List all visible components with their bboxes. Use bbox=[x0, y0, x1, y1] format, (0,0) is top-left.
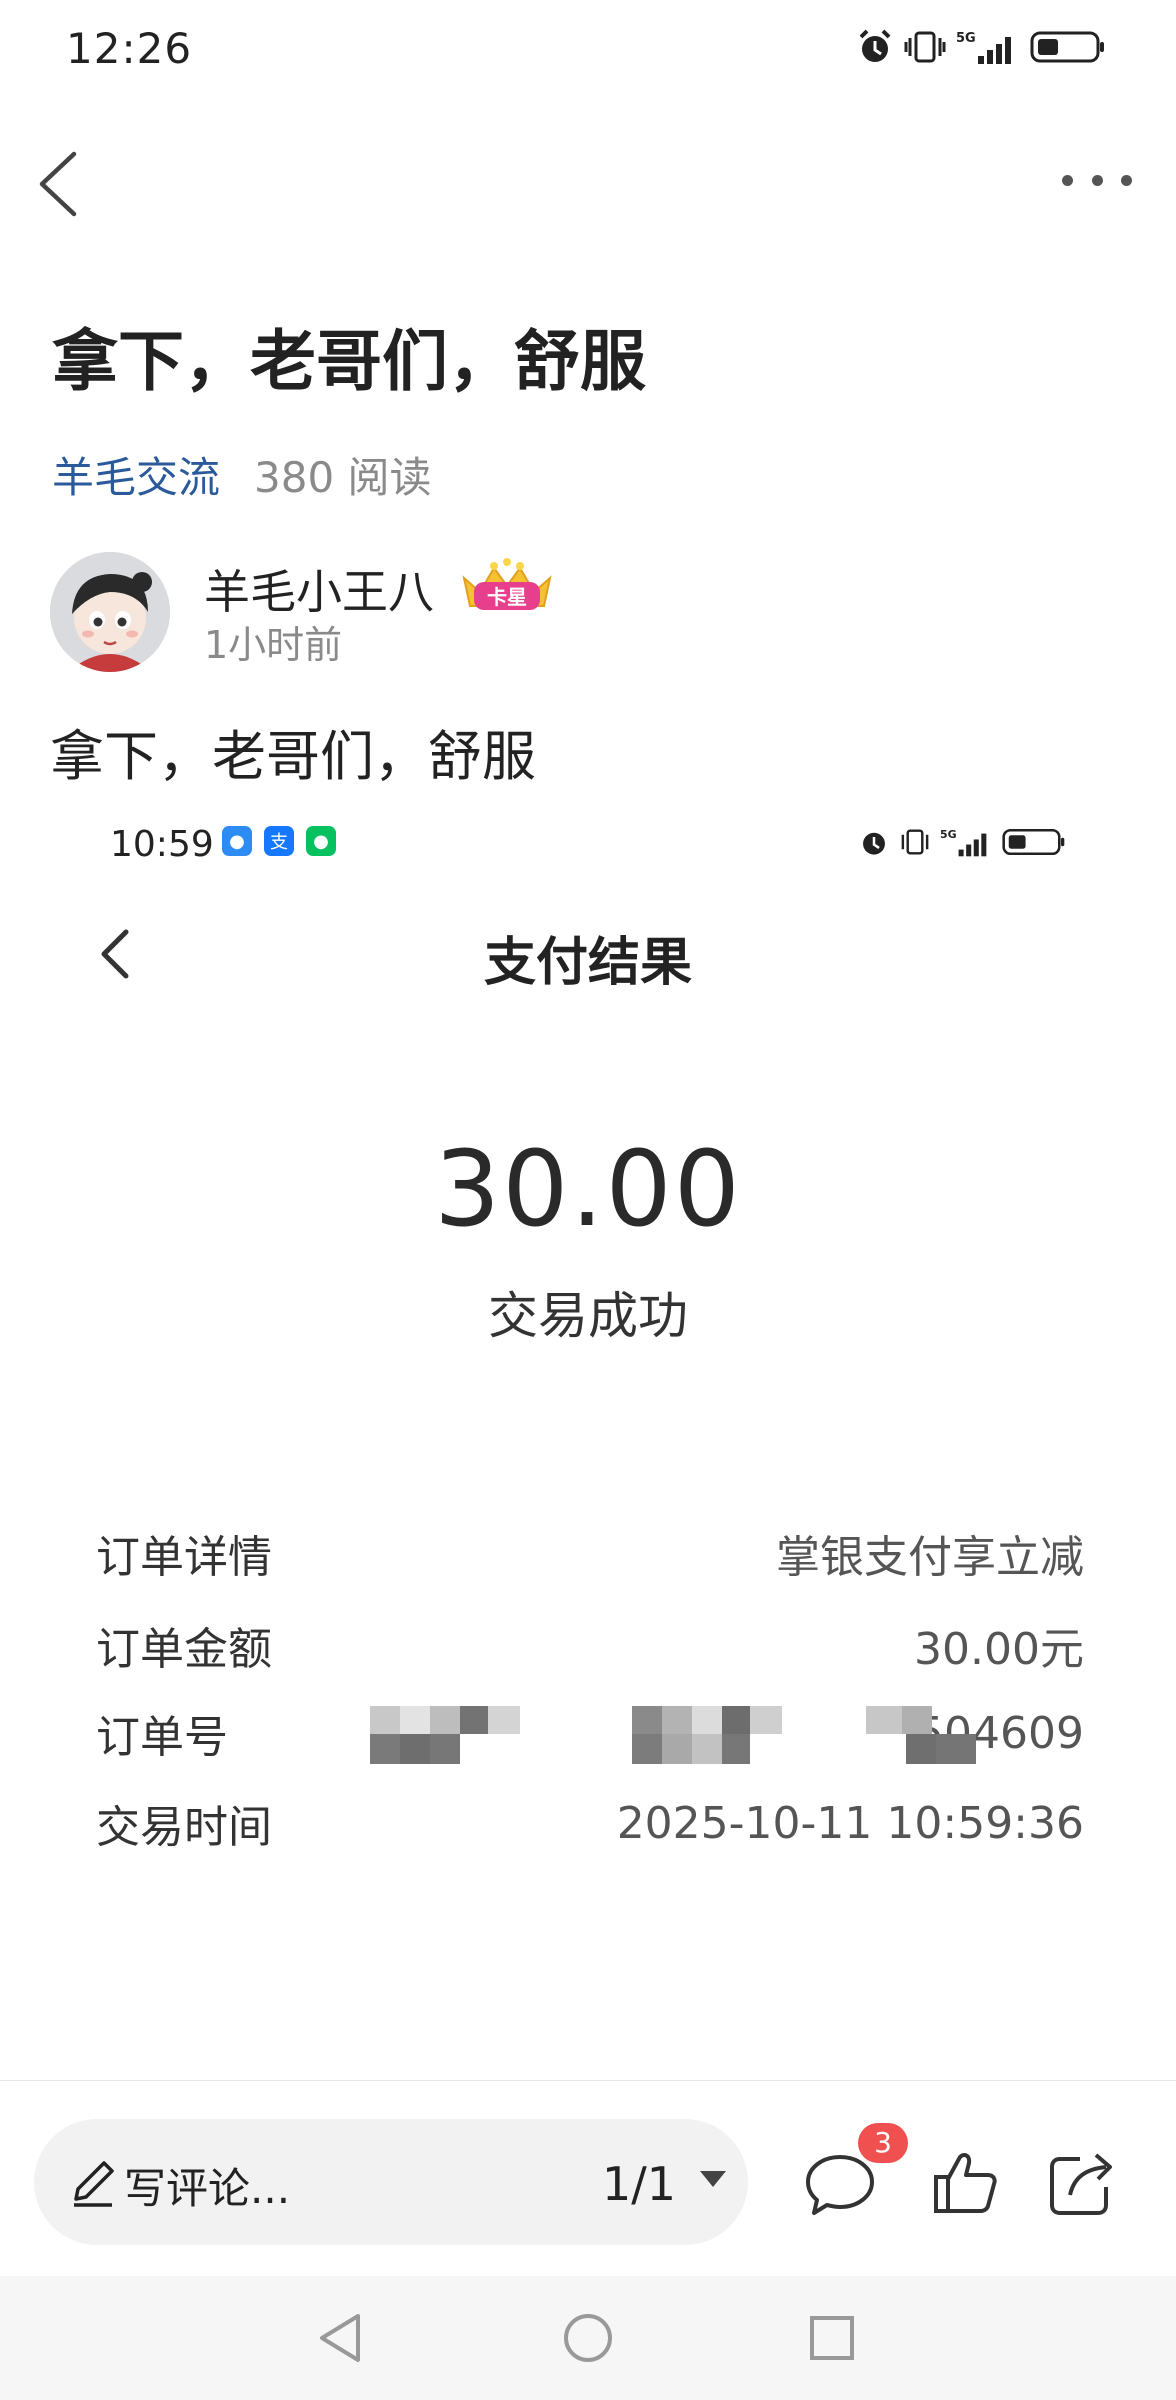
detail-row: 订单详情 掌银支付享立减 bbox=[96, 1518, 1084, 1588]
share-button[interactable] bbox=[1042, 2143, 1122, 2223]
nav-home-icon[interactable] bbox=[556, 2306, 620, 2370]
comment-placeholder: 写评论... bbox=[124, 2164, 291, 2213]
post-time: 1小时前 bbox=[204, 623, 343, 667]
thumbs-up-icon bbox=[934, 2153, 997, 2213]
svg-text:5G: 5G bbox=[940, 828, 957, 841]
screenshot-status-icons: 5G bbox=[858, 826, 1066, 858]
vibrate-icon bbox=[904, 31, 946, 63]
notification-icons: ● 支 ● bbox=[222, 826, 336, 856]
detail-label: 交易时间 bbox=[96, 1802, 272, 1853]
status-icons: 5G bbox=[856, 28, 1106, 66]
badge-label: 卡星 bbox=[487, 585, 527, 609]
alarm-icon bbox=[859, 29, 891, 62]
attached-screenshot[interactable]: 10:59 ● 支 ● 5G 支付结果 30.00 交易成功 订单详情 掌银支付… bbox=[0, 808, 1176, 2080]
alarm-icon bbox=[863, 832, 885, 855]
mosaic-mask bbox=[632, 1706, 782, 1764]
battery-icon bbox=[1030, 31, 1104, 63]
comment-input[interactable]: 写评论... 1/1 bbox=[34, 2119, 748, 2245]
post-meta: 羊毛交流 380 阅读 bbox=[52, 444, 432, 505]
vibrate-icon bbox=[901, 829, 929, 855]
mosaic-mask bbox=[866, 1706, 1016, 1764]
battery-icon bbox=[1002, 828, 1065, 856]
nav-recents-icon[interactable] bbox=[800, 2306, 864, 2370]
caret-down-icon[interactable] bbox=[700, 2171, 726, 2187]
detail-value: 2025-10-11 10:59:36 bbox=[616, 1797, 1084, 1849]
comment-count-badge: 3 bbox=[858, 2123, 908, 2163]
bottom-action-bar: 写评论... 1/1 3 bbox=[0, 2080, 1176, 2276]
pencil-icon bbox=[74, 2161, 114, 2207]
screenshot-title: 支付结果 bbox=[483, 933, 692, 993]
nav-back-icon[interactable] bbox=[310, 2306, 374, 2370]
detail-row: 交易时间 2025-10-11 10:59:36 bbox=[96, 1788, 1084, 1858]
avatar[interactable] bbox=[50, 552, 170, 672]
detail-label: 订单详情 bbox=[96, 1532, 272, 1583]
back-button[interactable] bbox=[28, 142, 98, 222]
alipay-icon: 支 bbox=[264, 826, 294, 856]
svg-text:5G: 5G bbox=[956, 31, 976, 46]
detail-label: 订单号 bbox=[96, 1712, 228, 1763]
more-dot bbox=[1091, 174, 1103, 186]
author-row: 羊毛小王八 卡星 1小时前 bbox=[50, 552, 750, 676]
detail-value: 掌银支付享立减 bbox=[776, 1532, 1084, 1583]
detail-row: 订单金额 30.00元 bbox=[96, 1610, 1084, 1680]
payment-status: 交易成功 bbox=[488, 1287, 688, 1345]
more-dot bbox=[1121, 174, 1132, 186]
message-icon: ● bbox=[222, 826, 252, 856]
crown-icon: 卡星 bbox=[462, 558, 552, 610]
page-indicator[interactable]: 1/1 bbox=[602, 2157, 676, 2211]
post-body: 拿下，老哥们，舒服 bbox=[50, 725, 536, 788]
post-title: 拿下，老哥们，舒服 bbox=[52, 323, 646, 400]
back-arrow-icon bbox=[39, 151, 77, 217]
more-dot bbox=[1062, 174, 1073, 186]
top-nav bbox=[0, 120, 1176, 240]
signal-5g-icon: 5G bbox=[940, 828, 987, 857]
board-link[interactable]: 羊毛交流 bbox=[52, 444, 220, 505]
avatar-image bbox=[50, 552, 170, 672]
screenshot-time: 10:59 bbox=[110, 824, 214, 865]
detail-label: 订单金额 bbox=[96, 1624, 272, 1675]
crown-badge: 卡星 bbox=[458, 556, 556, 614]
wechat-icon: ● bbox=[306, 826, 336, 856]
more-button[interactable] bbox=[1062, 160, 1132, 200]
read-count: 380 阅读 bbox=[254, 453, 432, 502]
status-time: 12:26 bbox=[66, 24, 193, 73]
share-icon bbox=[1050, 2153, 1112, 2215]
signal-5g-icon: 5G bbox=[956, 31, 1011, 64]
like-button[interactable] bbox=[926, 2143, 1006, 2223]
detail-value: 30.00元 bbox=[914, 1624, 1084, 1675]
status-bar: 12:26 5G bbox=[0, 0, 1176, 100]
system-nav-bar bbox=[0, 2276, 1176, 2400]
mosaic-mask bbox=[370, 1706, 520, 1764]
author-name[interactable]: 羊毛小王八 bbox=[204, 556, 434, 622]
payment-amount: 30.00 bbox=[434, 1128, 742, 1250]
